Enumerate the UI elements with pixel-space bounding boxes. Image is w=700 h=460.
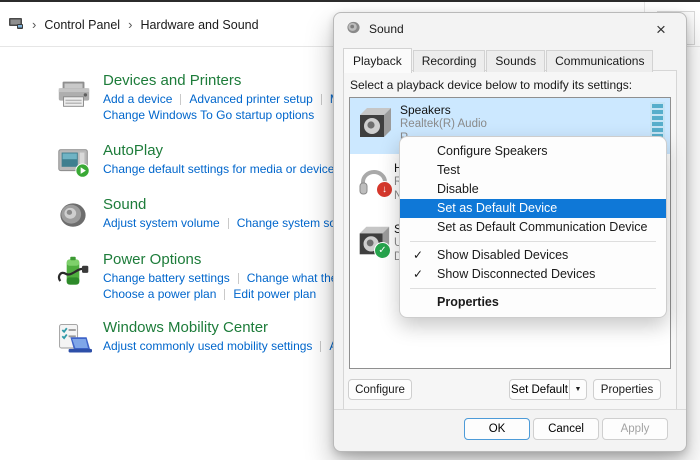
dialog-title: Sound bbox=[369, 22, 404, 36]
check-glyph: ✓ bbox=[378, 246, 386, 256]
power-options-title[interactable]: Power Options bbox=[103, 251, 348, 268]
menu-separator bbox=[410, 241, 656, 242]
link-row: Add a device Advanced printer setup M bbox=[103, 92, 340, 107]
control-panel-sections: Devices and Printers Add a device Advanc… bbox=[55, 72, 351, 362]
link-row: Change Windows To Go startup options bbox=[103, 108, 340, 123]
link-change-default-settings[interactable]: Change default settings for media or dev… bbox=[103, 162, 340, 177]
configure-button[interactable]: Configure bbox=[348, 379, 412, 400]
breadcrumb-hardware-and-sound[interactable]: Hardware and Sound bbox=[140, 18, 258, 32]
screen: › Control Panel › Hardware and Sound Dev… bbox=[0, 0, 700, 460]
link-divider bbox=[224, 289, 225, 300]
tab-recording[interactable]: Recording bbox=[413, 50, 486, 72]
menu-item-configure-speakers[interactable]: Configure Speakers bbox=[400, 142, 666, 161]
printer-icon[interactable] bbox=[55, 72, 103, 124]
autoplay-icon[interactable] bbox=[55, 142, 103, 187]
disconnected-badge-icon: ↓ bbox=[376, 181, 393, 198]
sound-dialog-icon bbox=[346, 20, 361, 38]
link-divider bbox=[320, 341, 321, 352]
menu-item-properties[interactable]: Properties bbox=[400, 293, 666, 312]
cancel-button[interactable]: Cancel bbox=[533, 418, 599, 440]
link-add-a-device[interactable]: Add a device bbox=[103, 92, 172, 107]
link-divider bbox=[228, 218, 229, 229]
properties-button[interactable]: Properties bbox=[593, 379, 661, 400]
sound-title[interactable]: Sound bbox=[103, 196, 349, 213]
menu-item-label: Show Disabled Devices bbox=[437, 248, 568, 262]
section-body: Devices and Printers Add a device Advanc… bbox=[103, 72, 340, 124]
check-icon: ✓ bbox=[413, 265, 423, 284]
link-divider bbox=[238, 273, 239, 284]
link-choose-a-power-plan[interactable]: Choose a power plan bbox=[103, 287, 216, 302]
battery-icon[interactable] bbox=[55, 251, 103, 303]
tab-sounds[interactable]: Sounds bbox=[486, 50, 545, 72]
breadcrumb-separator: › bbox=[32, 17, 36, 32]
link-row: Adjust system volume Change system soun bbox=[103, 216, 349, 231]
section-autoplay: AutoPlay Change default settings for med… bbox=[55, 142, 351, 187]
check-icon: ✓ bbox=[413, 246, 423, 265]
device-context-menu: Configure Speakers Test Disable Set as D… bbox=[399, 136, 667, 318]
menu-item-set-as-default-device[interactable]: Set as Default Device bbox=[400, 199, 666, 218]
dialog-titlebar: Sound × bbox=[334, 13, 686, 45]
menu-item-set-as-default-communication-device[interactable]: Set as Default Communication Device bbox=[400, 218, 666, 237]
speaker-device-icon bbox=[354, 101, 396, 148]
tab-playback[interactable]: Playback bbox=[343, 48, 412, 73]
tab-communications[interactable]: Communications bbox=[546, 50, 653, 72]
close-icon[interactable]: × bbox=[650, 18, 672, 40]
link-divider bbox=[180, 94, 181, 105]
link-row: Change battery settings Change what the … bbox=[103, 271, 348, 286]
link-adjust-system-volume[interactable]: Adjust system volume bbox=[103, 216, 220, 231]
link-row: Adjust commonly used mobility settings A… bbox=[103, 339, 344, 354]
menu-item-show-disabled-devices[interactable]: ✓ Show Disabled Devices bbox=[400, 246, 666, 265]
section-body: Windows Mobility Center Adjust commonly … bbox=[103, 319, 344, 362]
section-body: Sound Adjust system volume Change system… bbox=[103, 196, 349, 239]
down-arrow-glyph: ↓ bbox=[382, 185, 387, 195]
headphones-device-icon: ↓ bbox=[354, 159, 396, 206]
ok-button[interactable]: OK bbox=[464, 418, 530, 440]
link-edit-power-plan[interactable]: Edit power plan bbox=[233, 287, 316, 302]
dialog-footer: OK Cancel Apply bbox=[334, 409, 686, 451]
playback-prompt: Select a playback device below to modify… bbox=[350, 78, 632, 92]
breadcrumb: › Control Panel › Hardware and Sound bbox=[8, 16, 259, 33]
section-sound: Sound Adjust system volume Change system… bbox=[55, 196, 351, 239]
link-change-windows-to-go[interactable]: Change Windows To Go startup options bbox=[103, 108, 314, 123]
menu-item-label: Show Disconnected Devices bbox=[437, 267, 595, 281]
default-device-badge-icon: ✓ bbox=[374, 242, 391, 259]
section-power-options: Power Options Change battery settings Ch… bbox=[55, 251, 351, 303]
tab-strip: Playback Recording Sounds Communications bbox=[343, 47, 654, 72]
menu-item-disable[interactable]: Disable bbox=[400, 180, 666, 199]
link-divider bbox=[321, 94, 322, 105]
section-body: AutoPlay Change default settings for med… bbox=[103, 142, 340, 187]
devices-small-icon bbox=[8, 16, 24, 33]
speaker-round-icon[interactable] bbox=[55, 196, 103, 239]
set-default-dropdown-arrow-icon[interactable]: ▼ bbox=[570, 379, 587, 400]
set-default-split-button: Set Default ▼ bbox=[509, 379, 587, 400]
autoplay-title[interactable]: AutoPlay bbox=[103, 142, 340, 159]
set-default-button[interactable]: Set Default bbox=[509, 379, 570, 400]
breadcrumb-control-panel[interactable]: Control Panel bbox=[44, 18, 120, 32]
link-advanced-printer-setup[interactable]: Advanced printer setup bbox=[189, 92, 312, 107]
link-row: Change default settings for media or dev… bbox=[103, 162, 340, 177]
windows-mobility-center-title[interactable]: Windows Mobility Center bbox=[103, 319, 344, 336]
section-devices-and-printers: Devices and Printers Add a device Advanc… bbox=[55, 72, 351, 124]
devices-and-printers-title[interactable]: Devices and Printers bbox=[103, 72, 340, 89]
menu-item-show-disconnected-devices[interactable]: ✓ Show Disconnected Devices bbox=[400, 265, 666, 284]
link-change-battery-settings[interactable]: Change battery settings bbox=[103, 271, 230, 286]
link-row: Choose a power plan Edit power plan bbox=[103, 287, 348, 302]
menu-item-test[interactable]: Test bbox=[400, 161, 666, 180]
mobility-center-icon[interactable] bbox=[55, 319, 103, 362]
device-detail: Realtek(R) Audio bbox=[400, 117, 487, 131]
section-body: Power Options Change battery settings Ch… bbox=[103, 251, 348, 303]
speaker-device-icon: ✓ bbox=[354, 220, 396, 265]
apply-button[interactable]: Apply bbox=[602, 418, 668, 440]
device-name: Speakers bbox=[400, 103, 487, 117]
menu-separator bbox=[410, 288, 656, 289]
link-adjust-mobility-settings[interactable]: Adjust commonly used mobility settings bbox=[103, 339, 312, 354]
breadcrumb-separator: › bbox=[128, 17, 132, 32]
section-windows-mobility-center: Windows Mobility Center Adjust commonly … bbox=[55, 319, 351, 362]
